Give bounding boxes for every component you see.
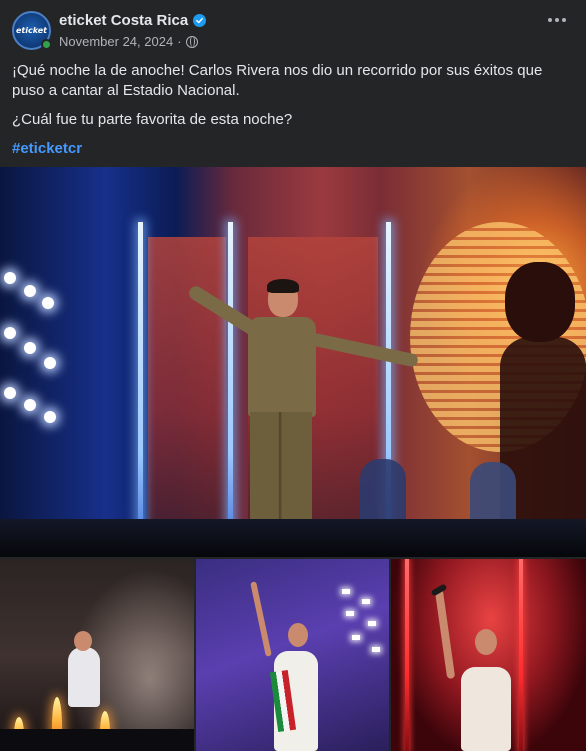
post-paragraph-2: ¿Cuál fue tu parte favorita de esta noch…: [12, 111, 293, 128]
more-dot: [548, 18, 552, 22]
stage-light: [352, 635, 360, 640]
spotlight: [24, 285, 36, 297]
stage-light: [405, 559, 409, 751]
singer-figure: [250, 412, 312, 522]
stage-floor: [0, 519, 586, 557]
page-name-row: eticket Costa Rica: [59, 12, 207, 29]
light-bar: [228, 222, 233, 552]
stage-light: [519, 559, 523, 751]
singer-figure: [248, 317, 316, 417]
singer-figure: [74, 631, 92, 651]
light-bar: [138, 222, 143, 552]
spotlight: [24, 399, 36, 411]
hashtag-link[interactable]: #eticketcr: [12, 140, 82, 157]
stage-light: [368, 621, 376, 626]
stage-light: [372, 647, 380, 652]
spotlight: [4, 327, 16, 339]
online-status-icon: [41, 39, 52, 50]
stage-floor: [0, 729, 194, 751]
avatar-logo-text: eticket: [15, 26, 48, 35]
photo-thumbnail-3[interactable]: [391, 559, 586, 751]
spotlight: [24, 342, 36, 354]
meta-separator: ·: [177, 34, 182, 49]
spotlight: [42, 297, 54, 309]
more-options-icon[interactable]: [548, 18, 566, 22]
stage-light: [346, 611, 354, 616]
spotlight: [44, 411, 56, 423]
stage-light: [362, 599, 370, 604]
facebook-post: eticket eticket Costa Rica November 24, …: [0, 0, 586, 751]
post-meta: November 24, 2024 ·: [59, 34, 198, 49]
post-text: ¡Qué noche la de anoche! Carlos Rivera n…: [12, 61, 572, 168]
photo-thumbnail-1[interactable]: [0, 559, 194, 751]
post-header: eticket eticket Costa Rica November 24, …: [0, 0, 586, 58]
singer-figure: [461, 667, 511, 751]
photo-thumbnail-2[interactable]: [196, 559, 389, 751]
singer-figure: [434, 588, 456, 680]
spotlight: [4, 272, 16, 284]
singer-figure: [267, 279, 299, 293]
more-dot: [555, 18, 559, 22]
singer-figure: [250, 581, 272, 657]
verified-badge-icon: [193, 14, 207, 27]
more-dot: [562, 18, 566, 22]
singer-figure: [288, 623, 308, 647]
spotlight: [44, 357, 56, 369]
photo-main[interactable]: [0, 167, 586, 557]
silhouette-graphic: [505, 262, 575, 342]
post-date-link[interactable]: November 24, 2024: [59, 34, 173, 49]
page-avatar[interactable]: eticket: [12, 11, 52, 50]
spotlight: [4, 387, 16, 399]
singer-figure: [475, 629, 497, 655]
stage-panel: [148, 237, 226, 527]
page-name-link[interactable]: eticket Costa Rica: [59, 12, 188, 29]
globe-icon[interactable]: [185, 35, 198, 48]
post-paragraph-1: ¡Qué noche la de anoche! Carlos Rivera n…: [12, 62, 543, 99]
stage-light: [342, 589, 350, 594]
singer-figure: [68, 647, 100, 707]
